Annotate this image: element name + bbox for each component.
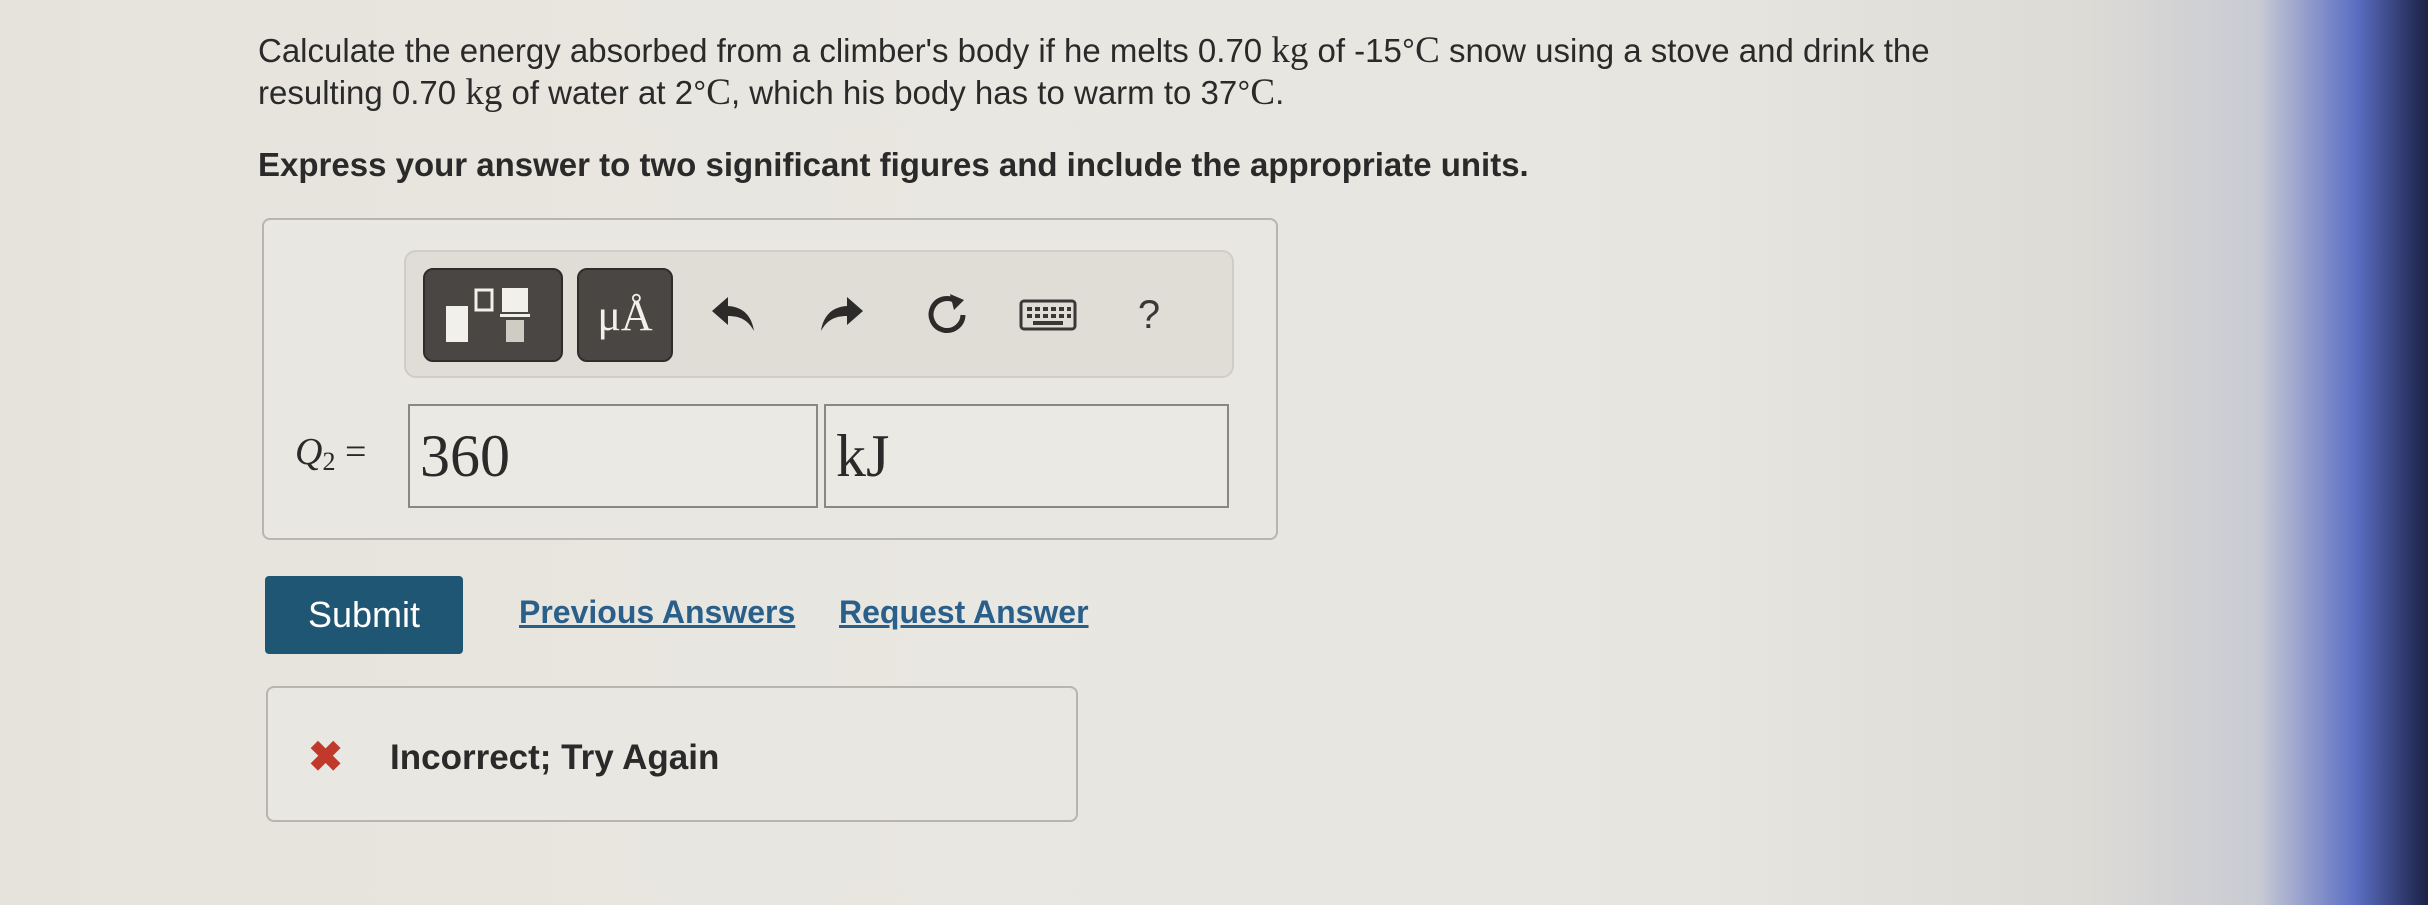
problem-page: Calculate the energy absorbed from a cli… bbox=[0, 0, 2428, 905]
answer-value-input[interactable]: 360 bbox=[408, 404, 818, 508]
templates-icon bbox=[446, 288, 530, 342]
question-line-2: resulting 0.70 kg of water at 2°C, which… bbox=[258, 72, 1285, 113]
answer-variable-label: Q2 = bbox=[295, 431, 367, 476]
help-icon: ? bbox=[1137, 292, 1161, 337]
help-button[interactable]: ? bbox=[1114, 280, 1184, 350]
redo-icon bbox=[821, 297, 863, 331]
question-text: Calculate the energy absorbed from a cli… bbox=[258, 30, 2208, 114]
reset-button[interactable] bbox=[912, 280, 982, 350]
undo-button[interactable] bbox=[698, 280, 768, 350]
incorrect-icon: ✖ bbox=[308, 733, 344, 780]
keyboard-icon bbox=[1019, 299, 1077, 331]
redo-button[interactable] bbox=[807, 280, 877, 350]
answer-unit-input[interactable]: kJ bbox=[824, 404, 1229, 508]
units-icon: μÅ bbox=[597, 290, 653, 340]
templates-button[interactable] bbox=[423, 268, 563, 362]
request-answer-link[interactable]: Request Answer bbox=[839, 594, 1089, 631]
feedback-message: Incorrect; Try Again bbox=[390, 738, 720, 777]
keyboard-button[interactable] bbox=[1013, 280, 1083, 350]
submit-button[interactable]: Submit bbox=[265, 576, 463, 654]
units-button[interactable]: μÅ bbox=[577, 268, 673, 362]
question-line-1: Calculate the energy absorbed from a cli… bbox=[258, 30, 1930, 71]
previous-answers-link[interactable]: Previous Answers bbox=[519, 594, 795, 631]
undo-icon bbox=[712, 297, 754, 331]
reset-icon bbox=[928, 294, 966, 333]
instruction-text: Express your answer to two significant f… bbox=[258, 146, 1529, 183]
